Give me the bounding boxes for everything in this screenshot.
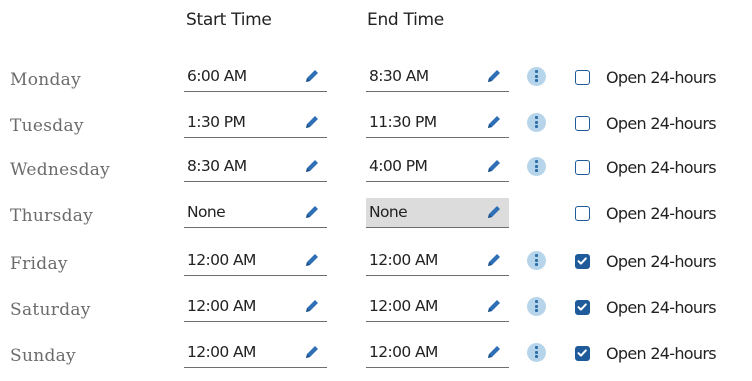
start-time-field[interactable]: 12:00 AM (184, 246, 327, 276)
pencil-icon[interactable] (303, 157, 321, 175)
end-time-value: 12:00 AM (369, 343, 438, 361)
open-24-hours-label[interactable]: Open 24-hours (606, 344, 717, 363)
pencil-icon[interactable] (485, 343, 503, 361)
day-label: Sunday (10, 346, 76, 366)
start-time-field[interactable]: 8:30 AM (184, 152, 327, 182)
day-row-tuesday: Tuesday 1:30 PM 11:30 PM Open 24-hours (0, 108, 752, 148)
day-row-monday: Monday 6:00 AM 8:30 AM Open 24-hours (0, 62, 752, 102)
info-icon[interactable] (527, 67, 546, 86)
start-time-value: 1:30 PM (187, 113, 246, 131)
end-time-value: 12:00 AM (369, 251, 438, 269)
pencil-icon[interactable] (303, 67, 321, 85)
end-time-value: 8:30 AM (369, 67, 429, 85)
info-icon[interactable] (527, 343, 546, 362)
pencil-icon[interactable] (485, 297, 503, 315)
open-24-hours-label[interactable]: Open 24-hours (606, 114, 717, 133)
open-24-hours-checkbox[interactable] (575, 116, 590, 131)
start-time-field[interactable]: 1:30 PM (184, 108, 327, 138)
day-row-thursday: Thursday None None Open 24-hours (0, 198, 752, 238)
open-24-hours-checkbox[interactable] (575, 206, 590, 221)
open-24-hours-checkbox[interactable] (575, 346, 590, 361)
start-time-value: 12:00 AM (187, 297, 256, 315)
end-time-field[interactable]: 12:00 AM (366, 292, 509, 322)
start-time-value: 8:30 AM (187, 157, 247, 175)
start-time-value: None (187, 203, 226, 221)
open-24-hours-checkbox[interactable] (575, 160, 590, 175)
open-24-hours-checkbox[interactable] (575, 70, 590, 85)
day-label: Tuesday (10, 116, 84, 136)
start-time-header: Start Time (186, 10, 272, 30)
info-icon[interactable] (527, 157, 546, 176)
day-row-friday: Friday 12:00 AM 12:00 AM Open 24-hours (0, 246, 752, 286)
start-time-field[interactable]: 12:00 AM (184, 338, 327, 368)
info-icon[interactable] (527, 251, 546, 270)
end-time-field[interactable]: 12:00 AM (366, 246, 509, 276)
end-time-field[interactable]: 4:00 PM (366, 152, 509, 182)
start-time-field[interactable]: 6:00 AM (184, 62, 327, 92)
open-24-hours-checkbox[interactable] (575, 300, 590, 315)
start-time-value: 6:00 AM (187, 67, 247, 85)
end-time-field[interactable]: 12:00 AM (366, 338, 509, 368)
open-24-hours-label[interactable]: Open 24-hours (606, 252, 717, 271)
pencil-icon[interactable] (303, 343, 321, 361)
end-time-field[interactable]: 8:30 AM (366, 62, 509, 92)
pencil-icon[interactable] (303, 297, 321, 315)
pencil-icon[interactable] (485, 157, 503, 175)
pencil-icon[interactable] (485, 67, 503, 85)
start-time-field[interactable]: 12:00 AM (184, 292, 327, 322)
pencil-icon[interactable] (485, 251, 503, 269)
end-time-value: None (369, 203, 408, 221)
day-label: Thursday (10, 206, 94, 226)
open-24-hours-label[interactable]: Open 24-hours (606, 298, 717, 317)
end-time-field[interactable]: 11:30 PM (366, 108, 509, 138)
end-time-field: None (366, 198, 509, 228)
open-24-hours-checkbox[interactable] (575, 254, 590, 269)
pencil-icon[interactable] (485, 203, 503, 221)
pencil-icon[interactable] (303, 251, 321, 269)
info-icon[interactable] (527, 297, 546, 316)
end-time-value: 11:30 PM (369, 113, 437, 131)
end-time-value: 4:00 PM (369, 157, 428, 175)
open-24-hours-label[interactable]: Open 24-hours (606, 68, 717, 87)
end-time-header: End Time (367, 10, 444, 30)
pencil-icon[interactable] (485, 113, 503, 131)
day-row-wednesday: Wednesday 8:30 AM 4:00 PM Open 24-hours (0, 152, 752, 192)
day-row-saturday: Saturday 12:00 AM 12:00 AM Open 24-hours (0, 292, 752, 332)
start-time-field[interactable]: None (184, 198, 327, 228)
day-label: Monday (10, 70, 82, 90)
day-label: Saturday (10, 300, 91, 320)
start-time-value: 12:00 AM (187, 251, 256, 269)
pencil-icon[interactable] (303, 113, 321, 131)
day-label: Friday (10, 254, 68, 274)
open-24-hours-label[interactable]: Open 24-hours (606, 204, 717, 223)
info-icon[interactable] (527, 113, 546, 132)
pencil-icon[interactable] (303, 203, 321, 221)
open-24-hours-label[interactable]: Open 24-hours (606, 158, 717, 177)
day-label: Wednesday (10, 160, 111, 180)
business-hours-form: Start Time End Time Monday 6:00 AM 8:30 AM… (0, 0, 752, 381)
end-time-value: 12:00 AM (369, 297, 438, 315)
start-time-value: 12:00 AM (187, 343, 256, 361)
day-row-sunday: Sunday 12:00 AM 12:00 AM Open 24-hours (0, 338, 752, 378)
